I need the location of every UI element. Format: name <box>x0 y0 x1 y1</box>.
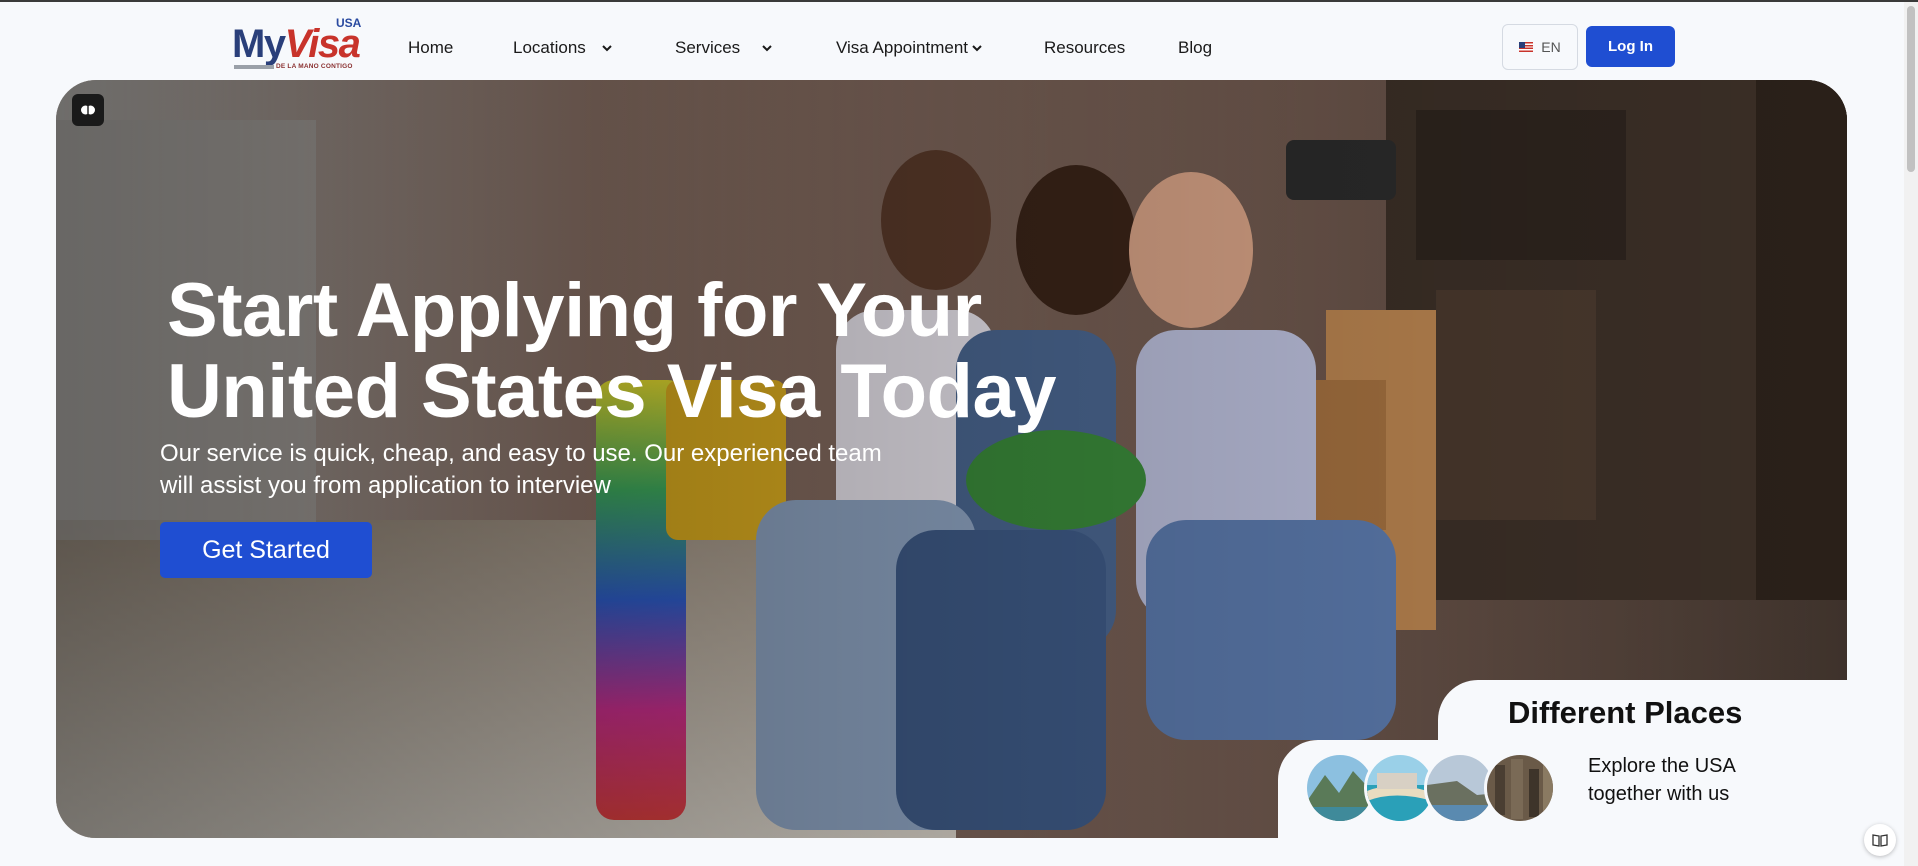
us-flag-icon <box>1519 42 1534 52</box>
hero-title-line1: Start Applying for Your <box>167 268 982 353</box>
nav-services-label: Services <box>675 38 741 57</box>
reader-mode-icon[interactable] <box>1864 824 1896 856</box>
nav-visa-appointment[interactable]: Visa Appointment <box>836 38 984 58</box>
logo-wordmark: MyVisa <box>232 22 361 66</box>
nav-locations[interactable]: Locations <box>513 38 614 58</box>
hero-title-line2: United States Visa Today <box>167 349 1057 434</box>
chevron-down-icon <box>762 45 772 52</box>
get-started-button[interactable]: Get Started <box>160 522 372 578</box>
language-selector[interactable]: EN <box>1502 24 1578 70</box>
language-label: EN <box>1541 39 1561 55</box>
hero-subtitle-line2: will assist you from application to inte… <box>160 472 611 499</box>
brain-icon <box>81 105 95 115</box>
nav-blog[interactable]: Blog <box>1178 38 1212 58</box>
hero-title: Start Applying for Your United States Vi… <box>167 270 1167 432</box>
nav-resources-label: Resources <box>1044 38 1126 57</box>
login-button[interactable]: Log In <box>1586 26 1675 67</box>
nav-locations-label: Locations <box>513 38 586 57</box>
logo-my-text: My <box>232 22 286 66</box>
nav-home-label: Home <box>408 38 454 57</box>
site-header: USA MyVisa DE LA MANO CONTIGO Home Locat… <box>0 2 1918 80</box>
logo-visa-text: Visa <box>284 22 361 66</box>
book-icon <box>1872 834 1888 847</box>
nav-blog-label: Blog <box>1178 38 1213 57</box>
nav-services[interactable]: Services <box>675 38 774 58</box>
hero-subtitle: Our service is quick, cheap, and easy to… <box>160 438 980 502</box>
logo-tagline: DE LA MANO CONTIGO <box>276 63 353 70</box>
chevron-down-icon <box>972 45 982 52</box>
places-text-line2: together with us <box>1588 783 1730 805</box>
scrollbar-thumb[interactable] <box>1907 6 1915 172</box>
accessibility-icon[interactable] <box>72 94 104 126</box>
places-description: Explore the USA together with us <box>1588 752 1736 808</box>
chevron-down-icon <box>602 45 612 52</box>
places-text-line1: Explore the USA <box>1588 755 1736 777</box>
places-title: Different Places <box>1508 695 1743 730</box>
myvisa-logo[interactable]: USA MyVisa DE LA MANO CONTIGO <box>232 16 362 72</box>
city-aerial-icon[interactable] <box>1484 752 1556 824</box>
page-scrollbar[interactable] <box>1904 2 1918 866</box>
nav-resources[interactable]: Resources <box>1044 38 1125 58</box>
nav-home[interactable]: Home <box>408 38 453 58</box>
logo-accent-bar <box>234 65 274 69</box>
nav-visa-appointment-label: Visa Appointment <box>836 38 968 57</box>
hero-subtitle-line1: Our service is quick, cheap, and easy to… <box>160 440 882 467</box>
